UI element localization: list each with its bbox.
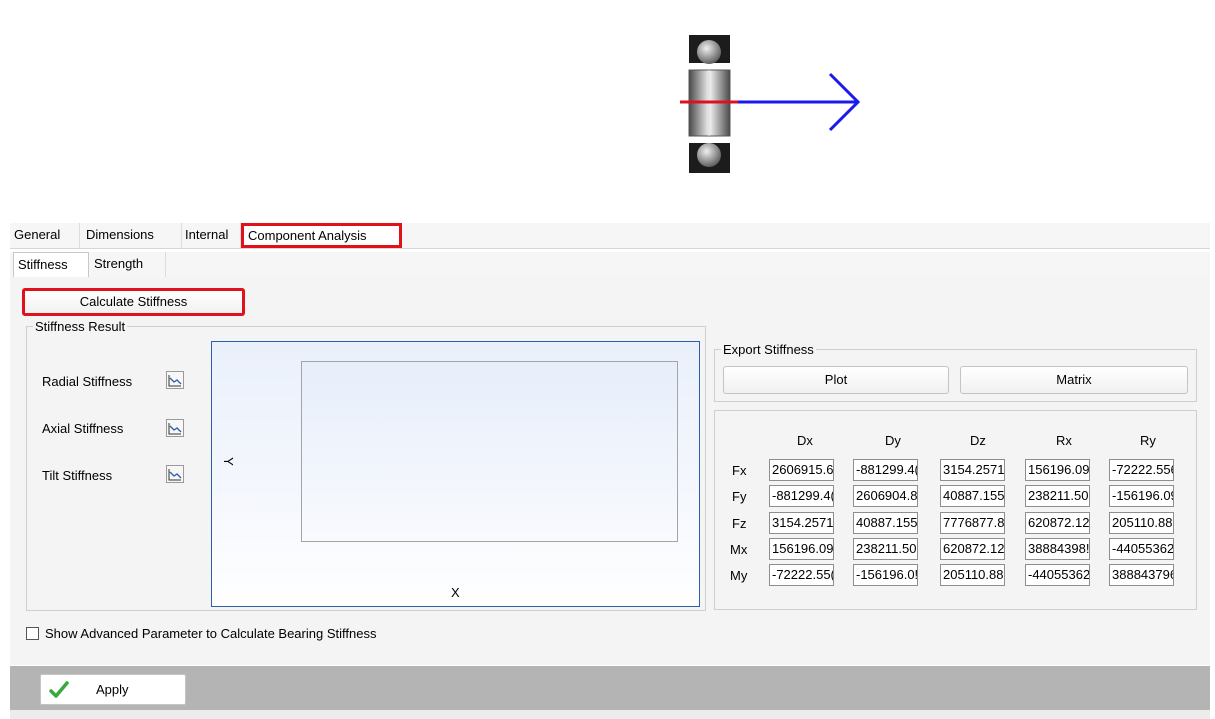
main-tab-bar: General Dimensions Internal Component An… <box>10 223 1210 249</box>
tab-dimensions[interactable]: Dimensions <box>82 223 182 248</box>
matrix-cell[interactable]: -156196.0! <box>853 564 918 586</box>
tab-stiffness[interactable]: Stiffness <box>13 252 89 277</box>
matrix-cell[interactable]: -72222.556 <box>1109 459 1174 481</box>
sub-tab-bar: Stiffness Strength <box>10 252 1210 278</box>
matrix-cell[interactable]: 620872.12 <box>940 538 1005 560</box>
matrix-row-header: Mx <box>730 542 748 557</box>
check-icon <box>49 680 69 709</box>
bearing-diagram-icon <box>680 35 861 173</box>
matrix-col-header: Dz <box>970 433 986 448</box>
matrix-cell[interactable]: -72222.55( <box>769 564 834 586</box>
export-stiffness-title: Export Stiffness <box>723 342 814 357</box>
matrix-cell[interactable]: 2606904.8 <box>853 485 918 507</box>
matrix-row-header: Fz <box>732 516 747 531</box>
axial-stiffness-label: Axial Stiffness <box>42 421 124 436</box>
matrix-col-header: Ry <box>1140 433 1156 448</box>
matrix-cell[interactable]: -881299.4( <box>769 485 834 507</box>
tilt-stiffness-chart-icon[interactable] <box>166 465 184 483</box>
matrix-cell[interactable]: -44055362 <box>1109 538 1174 560</box>
matrix-cell[interactable]: 620872.12 <box>1025 512 1090 534</box>
matrix-cell[interactable]: -881299.4( <box>853 459 918 481</box>
matrix-col-header: Rx <box>1056 433 1072 448</box>
matrix-cell[interactable]: 40887.155 <box>853 512 918 534</box>
matrix-cell[interactable]: 156196.09 <box>769 538 834 560</box>
plot-area <box>301 361 678 542</box>
matrix-cell[interactable]: 3154.2571 <box>940 459 1005 481</box>
bearing-preview <box>0 0 1215 215</box>
apply-button[interactable]: Apply <box>40 674 186 705</box>
plot-x-axis-label: X <box>451 585 460 600</box>
tab-component-analysis[interactable]: Component Analysis <box>241 223 402 248</box>
axial-stiffness-chart-icon[interactable] <box>166 419 184 437</box>
matrix-cell[interactable]: 205110.88 <box>940 564 1005 586</box>
matrix-row-header: Fy <box>732 489 747 504</box>
tab-general[interactable]: General <box>10 223 80 248</box>
matrix-cell[interactable]: 7776877.8 <box>940 512 1005 534</box>
matrix-cell[interactable]: 156196.09 <box>1025 459 1090 481</box>
matrix-cell[interactable]: 388843796 <box>1109 564 1174 586</box>
tilt-stiffness-label: Tilt Stiffness <box>42 468 113 483</box>
matrix-cell[interactable]: 238211.50 <box>1025 485 1090 507</box>
apply-label: Apply <box>96 682 129 697</box>
radial-stiffness-label: Radial Stiffness <box>42 374 133 389</box>
matrix-cell[interactable]: 40887.155 <box>940 485 1005 507</box>
plot-button[interactable]: Plot <box>723 366 949 394</box>
matrix-row-header: My <box>730 568 748 583</box>
matrix-cell[interactable]: 3154.2571 <box>769 512 834 534</box>
tab-internal[interactable]: Internal <box>181 223 241 248</box>
advanced-parameter-checkbox[interactable] <box>26 627 39 640</box>
matrix-button[interactable]: Matrix <box>960 366 1188 394</box>
matrix-cell[interactable]: 238211.50 <box>853 538 918 560</box>
tab-strength[interactable]: Strength <box>90 252 166 277</box>
matrix-cell[interactable]: -156196.09 <box>1109 485 1174 507</box>
matrix-col-header: Dx <box>797 433 813 448</box>
calculate-stiffness-button[interactable]: Calculate Stiffness <box>22 288 245 316</box>
advanced-parameter-label: Show Advanced Parameter to Calculate Bea… <box>45 626 377 641</box>
matrix-cell[interactable]: 205110.88! <box>1109 512 1174 534</box>
stiffness-matrix: Dx Dy Dz Rx Ry Fx 2606915.6 -881299.4( 3… <box>714 410 1197 610</box>
matrix-cell[interactable]: 2606915.6 <box>769 459 834 481</box>
stiffness-result-title: Stiffness Result <box>35 319 126 334</box>
plot-y-axis-label: Y <box>220 457 236 466</box>
matrix-col-header: Dy <box>885 433 901 448</box>
bottom-strip <box>10 710 1210 719</box>
matrix-cell[interactable]: 38884398! <box>1025 538 1090 560</box>
matrix-row-header: Fx <box>732 463 747 478</box>
footer-bar <box>10 666 1210 710</box>
radial-stiffness-chart-icon[interactable] <box>166 371 184 389</box>
matrix-cell[interactable]: -44055362 <box>1025 564 1090 586</box>
